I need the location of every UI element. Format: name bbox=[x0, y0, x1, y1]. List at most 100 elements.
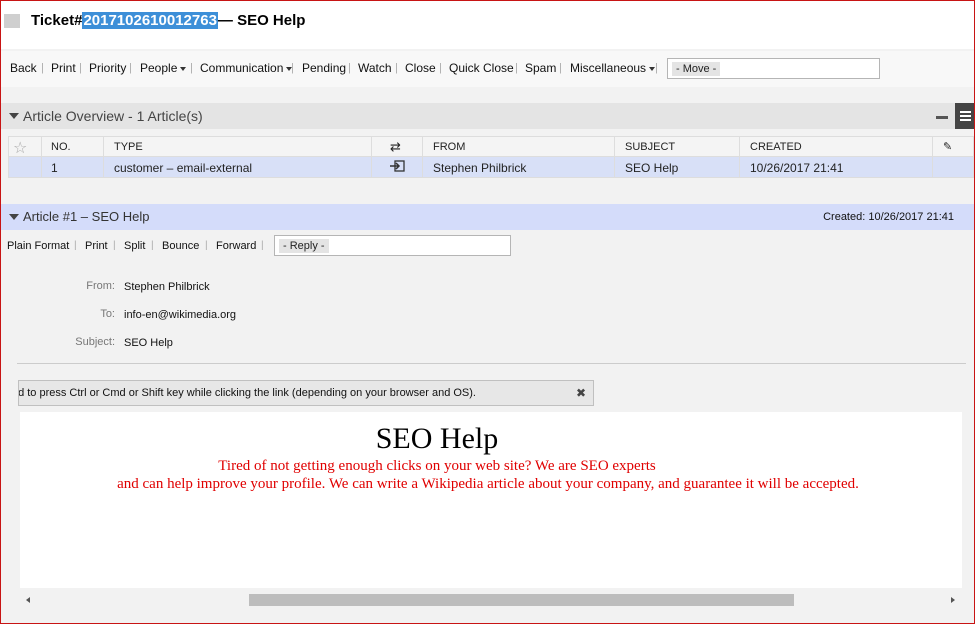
table-settings-menu-icon[interactable] bbox=[955, 103, 974, 129]
ticket-action-toolbar: Back | Print | Priority | People | Commu… bbox=[1, 51, 974, 87]
pending-button[interactable]: Pending bbox=[302, 61, 346, 75]
column-divider bbox=[932, 137, 933, 177]
article-created: Created: 10/26/2017 21:41 bbox=[823, 211, 954, 223]
article-type: customer – email-external bbox=[114, 161, 253, 175]
column-divider bbox=[41, 137, 42, 177]
article-overview-title: Article Overview - 1 Article(s) bbox=[23, 108, 203, 124]
article-print-button[interactable]: Print bbox=[85, 240, 108, 252]
ticket-title-bar: Ticket#2017102610012763— SEO Help bbox=[1, 1, 974, 49]
column-divider bbox=[103, 137, 104, 177]
to-value: info-en@wikimedia.org bbox=[124, 309, 237, 321]
people-menu-label: People bbox=[140, 61, 178, 75]
email-line-1: Tired of not getting enough clicks on yo… bbox=[218, 458, 656, 474]
swap-arrows-icon[interactable]: ⇄ bbox=[390, 139, 401, 155]
to-label: To: bbox=[100, 308, 115, 320]
close-button[interactable]: Close bbox=[405, 61, 436, 75]
article-subject: SEO Help bbox=[625, 161, 679, 175]
move-select-value: - Move - bbox=[672, 62, 721, 76]
article-detail-title: Article #1 – SEO Help bbox=[23, 209, 150, 224]
miscellaneous-menu-label: Miscellaneous bbox=[570, 61, 647, 75]
article-no: 1 bbox=[51, 161, 58, 175]
link-hint-text: d to press Ctrl or Cmd or Shift key whil… bbox=[18, 387, 476, 399]
article-from: Stephen Philbrick bbox=[433, 161, 527, 175]
ticket-number[interactable]: 2017102610012763 bbox=[82, 12, 218, 29]
toolbar-separator: | bbox=[79, 62, 82, 74]
column-header-from[interactable]: FROM bbox=[433, 141, 465, 153]
subject-label: Subject: bbox=[75, 336, 115, 348]
toolbar-separator: | bbox=[655, 62, 658, 74]
communication-menu[interactable]: Communication bbox=[200, 61, 293, 75]
table-header-row: ☆ NO. TYPE ⇄ FROM SUBJECT CREATED ✎ bbox=[9, 137, 973, 157]
toolbar-separator: | bbox=[74, 240, 77, 251]
spam-button[interactable]: Spam bbox=[525, 61, 556, 75]
collapse-triangle-icon[interactable] bbox=[9, 113, 19, 119]
toolbar-separator: | bbox=[559, 62, 562, 74]
minimize-icon[interactable] bbox=[936, 116, 948, 119]
article-overview-table: ☆ NO. TYPE ⇄ FROM SUBJECT CREATED ✎ 1 cu… bbox=[8, 136, 974, 178]
close-icon[interactable]: ✖ bbox=[576, 386, 586, 400]
article-action-toolbar: Plain Format | Print | Split | Bounce | … bbox=[1, 235, 974, 257]
menu-bar bbox=[960, 119, 971, 121]
ticket-title-suffix: — SEO Help bbox=[217, 12, 306, 29]
priority-button[interactable]: Priority bbox=[89, 61, 126, 75]
column-divider bbox=[614, 137, 615, 177]
people-menu[interactable]: People bbox=[140, 61, 187, 75]
reply-select[interactable]: - Reply - bbox=[274, 235, 511, 256]
quick-close-button[interactable]: Quick Close bbox=[449, 61, 514, 75]
bounce-button[interactable]: Bounce bbox=[162, 240, 199, 252]
column-divider bbox=[422, 137, 423, 177]
star-icon[interactable]: ☆ bbox=[13, 138, 27, 158]
scroll-left-icon[interactable] bbox=[26, 597, 30, 603]
toolbar-separator: | bbox=[151, 240, 154, 251]
column-header-type[interactable]: TYPE bbox=[114, 141, 143, 153]
toolbar-separator: | bbox=[41, 62, 44, 74]
link-hint-notice: d to press Ctrl or Cmd or Shift key whil… bbox=[18, 380, 594, 406]
menu-bar bbox=[960, 115, 971, 117]
toolbar-separator: | bbox=[395, 62, 398, 74]
toolbar-separator: | bbox=[190, 62, 193, 74]
watch-button[interactable]: Watch bbox=[358, 61, 392, 75]
column-divider bbox=[371, 137, 372, 177]
collapse-triangle-icon[interactable] bbox=[9, 214, 19, 220]
from-value: Stephen Philbrick bbox=[124, 281, 210, 293]
menu-bar bbox=[960, 111, 971, 113]
toolbar-separator: | bbox=[129, 62, 132, 74]
ticket-square-icon bbox=[4, 14, 20, 28]
scrollbar-thumb[interactable] bbox=[249, 594, 794, 606]
article-created-label: Created: bbox=[823, 211, 866, 223]
email-heading: SEO Help bbox=[375, 422, 499, 455]
article-created: 10/26/2017 21:41 bbox=[750, 161, 844, 175]
back-button[interactable]: Back bbox=[10, 61, 37, 75]
toolbar-separator: | bbox=[113, 240, 116, 251]
split-button[interactable]: Split bbox=[124, 240, 145, 252]
article-detail-header[interactable]: Article #1 – SEO Help Created: 10/26/201… bbox=[1, 204, 974, 230]
column-header-created[interactable]: CREATED bbox=[750, 141, 802, 153]
reply-select-value: - Reply - bbox=[279, 239, 329, 253]
communication-menu-label: Communication bbox=[200, 61, 284, 75]
horizontal-scrollbar[interactable] bbox=[20, 591, 962, 609]
toolbar-separator: | bbox=[261, 240, 264, 251]
toolbar-separator: | bbox=[439, 62, 442, 74]
plain-format-button[interactable]: Plain Format bbox=[7, 240, 69, 252]
article-overview-header[interactable]: Article Overview - 1 Article(s) bbox=[1, 103, 974, 129]
miscellaneous-menu[interactable]: Miscellaneous bbox=[570, 61, 656, 75]
article-created-value: 10/26/2017 21:41 bbox=[868, 211, 954, 223]
column-header-no[interactable]: NO. bbox=[51, 141, 71, 153]
ticket-label: Ticket# bbox=[31, 12, 83, 29]
column-header-subject[interactable]: SUBJECT bbox=[625, 141, 675, 153]
move-select[interactable]: - Move - bbox=[667, 58, 880, 79]
email-body: SEO Help Tired of not getting enough cli… bbox=[20, 412, 962, 588]
ticket-zoom-window: Ticket#2017102610012763— SEO Help Back |… bbox=[0, 0, 975, 624]
from-label: From: bbox=[86, 280, 115, 292]
toolbar-separator: | bbox=[348, 62, 351, 74]
forward-button[interactable]: Forward bbox=[216, 240, 256, 252]
table-row[interactable]: 1 customer – email-external Stephen Phil… bbox=[9, 157, 973, 177]
print-button[interactable]: Print bbox=[51, 61, 76, 75]
toolbar-separator: | bbox=[515, 62, 518, 74]
toolbar-separator: | bbox=[291, 62, 294, 74]
subject-value: SEO Help bbox=[124, 337, 173, 349]
page-title: Ticket#2017102610012763— SEO Help bbox=[31, 12, 305, 29]
divider bbox=[17, 363, 966, 364]
scroll-right-icon[interactable] bbox=[951, 597, 955, 603]
chevron-down-icon bbox=[180, 66, 187, 71]
